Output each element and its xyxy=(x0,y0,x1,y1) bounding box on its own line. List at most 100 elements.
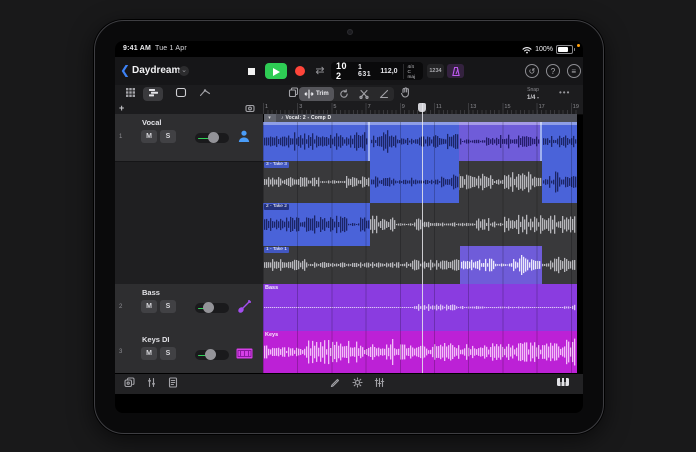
mute-button[interactable]: M xyxy=(141,347,157,360)
inspector-view-button[interactable] xyxy=(171,87,191,101)
track-number: 2 xyxy=(119,304,123,310)
edit-more-button[interactable]: ••• xyxy=(559,88,570,97)
take3-selected-section[interactable] xyxy=(542,161,577,203)
function-loop-segment[interactable] xyxy=(334,87,354,101)
mic-in-use-indicator xyxy=(577,44,580,47)
track-header-options-button[interactable] xyxy=(245,104,255,113)
take-folder-title: Vocal: 2 - Comp D xyxy=(285,115,332,121)
automation-view-button[interactable] xyxy=(195,87,215,101)
count-in-button[interactable]: 1234 xyxy=(427,64,444,78)
function-fade-segment[interactable] xyxy=(374,87,394,101)
comp-section-c[interactable] xyxy=(459,122,542,161)
plugins-icon xyxy=(121,377,137,388)
status-bar: 9:41 AM Tue 1 Apr 100% xyxy=(115,41,583,57)
vocalist-icon xyxy=(235,129,253,147)
volume-slider[interactable] xyxy=(195,132,229,143)
track-name: Vocal xyxy=(142,118,162,127)
volume-slider[interactable] xyxy=(195,302,229,313)
browser-view-button[interactable] xyxy=(120,87,140,101)
settings-button[interactable] xyxy=(349,377,365,391)
track-header-bass[interactable]: 2 Bass M S xyxy=(115,284,263,332)
help-button[interactable]: ? xyxy=(546,64,560,78)
lcd-tempo: 112,0 xyxy=(380,67,398,75)
inspector-icon xyxy=(171,87,191,98)
track-name: Keys DI xyxy=(142,335,170,344)
lcd-position-sub: 1 631 xyxy=(357,64,372,78)
bass-region[interactable]: Bass xyxy=(263,284,577,332)
project-title[interactable]: Daydream xyxy=(132,65,180,76)
pencil-tool-button[interactable] xyxy=(327,377,343,391)
ruler-bar-label: 7 xyxy=(367,104,371,110)
undo-button[interactable]: ↺ xyxy=(525,64,539,78)
add-track-button[interactable]: + xyxy=(119,103,124,114)
plugins-button[interactable] xyxy=(121,377,137,391)
function-trim-segment[interactable]: Trim xyxy=(299,87,334,101)
volume-slider[interactable] xyxy=(195,349,229,360)
screen: 9:41 AM Tue 1 Apr 100% ❮ Daydream ⌄ ⇄ 10 … xyxy=(115,41,583,413)
keys-region[interactable]: Keys xyxy=(263,331,577,374)
ruler-bar-label: 1 xyxy=(265,104,269,110)
ruler-bar-label: 19 xyxy=(572,104,579,110)
ruler-bar-label: 17 xyxy=(538,104,545,110)
solo-button[interactable]: S xyxy=(160,300,176,313)
tracks-view-button[interactable] xyxy=(143,87,163,101)
scissors-icon xyxy=(359,89,369,99)
take3-selected-section[interactable] xyxy=(370,161,459,203)
mute-button[interactable]: M xyxy=(141,300,157,313)
pencil-icon xyxy=(327,377,343,387)
function-split-segment[interactable] xyxy=(354,87,374,101)
faders-icon xyxy=(371,377,387,388)
edit-toolbar: Trim Snap 1/4 ▾ ••• xyxy=(115,85,583,104)
take-folder-header[interactable]: ▾ ♪ Vocal: 2 - Comp D xyxy=(263,114,577,122)
play-surface-button[interactable] xyxy=(555,377,571,391)
play-button[interactable] xyxy=(265,63,287,79)
status-right: 100% xyxy=(522,45,575,54)
solo-button[interactable]: S xyxy=(160,347,176,360)
status-date: Tue 1 Apr xyxy=(154,45,187,52)
track-header-panel: 1 Vocal M S 2 Bass M S 3 Keys DI M S xyxy=(115,114,264,374)
list-icon xyxy=(165,377,181,388)
snap-control[interactable]: Snap 1/4 ▾ xyxy=(527,86,539,102)
region-note-icon: ♪ xyxy=(281,115,284,121)
comp-section-divider xyxy=(368,122,370,161)
mixer-button[interactable] xyxy=(143,377,159,391)
fade-icon xyxy=(379,89,389,99)
track-header-keys[interactable]: 3 Keys DI M S xyxy=(115,331,263,374)
project-menu-chevron-icon[interactable]: ⌄ xyxy=(179,66,189,76)
comp-section-b[interactable] xyxy=(370,122,459,161)
battery-percent: 100% xyxy=(535,46,553,53)
playhead[interactable] xyxy=(422,103,423,373)
controls-button[interactable] xyxy=(371,377,387,391)
event-list-button[interactable] xyxy=(165,377,181,391)
comp-region-row[interactable] xyxy=(263,122,577,162)
track-name: Bass xyxy=(142,288,160,297)
comp-section-a[interactable] xyxy=(263,122,370,161)
take-lane-2[interactable]: 2 - Take 2 xyxy=(263,203,577,247)
tool-button[interactable] xyxy=(395,87,415,101)
take1-selected-section[interactable] xyxy=(460,246,542,284)
lcd-display[interactable]: 10 2 1 631 112,0 4/4 C maj xyxy=(331,61,423,81)
more-options-button[interactable]: ≡ xyxy=(567,64,581,78)
solo-button[interactable]: S xyxy=(160,130,176,143)
record-button[interactable] xyxy=(295,66,305,76)
mute-button[interactable]: M xyxy=(141,130,157,143)
stop-button[interactable] xyxy=(243,64,259,78)
lcd-sig-key: 4/4 C maj xyxy=(402,63,418,79)
snap-chevron-icon: ▾ xyxy=(537,95,540,100)
metronome-button[interactable] xyxy=(447,64,464,78)
bass-guitar-icon xyxy=(235,299,253,317)
back-chevron-icon[interactable]: ❮ xyxy=(120,63,130,77)
region-label: Bass xyxy=(265,285,279,291)
keyboard-patch-icon xyxy=(235,348,253,366)
track-header-vocal[interactable]: 1 Vocal M S xyxy=(115,114,263,162)
stop-icon xyxy=(247,68,255,75)
piano-keyboard-icon xyxy=(555,377,571,387)
gear-icon xyxy=(349,377,365,388)
take-lane-1[interactable]: 1 - Take 1 xyxy=(263,246,577,285)
ipad-device-frame: 9:41 AM Tue 1 Apr 100% ❮ Daydream ⌄ ⇄ 10 … xyxy=(94,20,604,434)
comp-section-d[interactable] xyxy=(542,122,577,161)
take-lane-3[interactable]: 3 - Take 3 xyxy=(263,161,577,204)
cycle-button[interactable]: ⇄ xyxy=(312,64,328,78)
comp-section-divider xyxy=(540,122,542,161)
folder-collapse-button[interactable]: ▾ xyxy=(263,114,276,122)
